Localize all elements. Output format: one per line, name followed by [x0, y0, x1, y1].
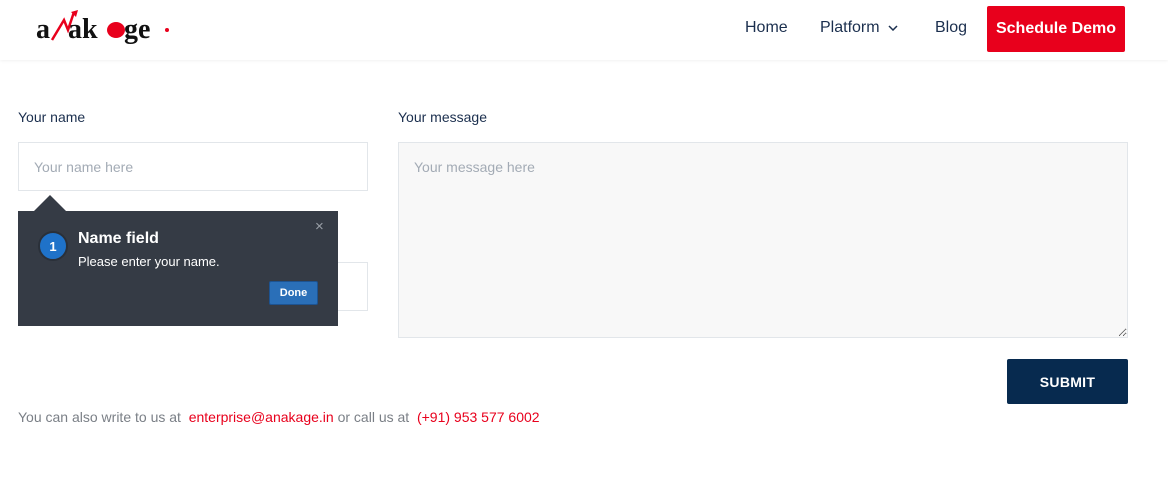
name-label: Your name: [18, 109, 86, 125]
tour-tooltip: 1 Name field Please enter your name. × D…: [18, 195, 338, 326]
svg-text:a: a: [36, 14, 50, 45]
svg-text:ge: ge: [124, 14, 150, 45]
name-input[interactable]: [18, 142, 368, 191]
site-header: a ak ge Home Platform Blog Schedule Demo: [0, 0, 1168, 60]
tooltip-arrow: [34, 195, 66, 211]
contact-middle: or call us at: [337, 409, 410, 425]
tour-text: Please enter your name.: [78, 254, 220, 269]
message-label: Your message: [398, 109, 487, 125]
tour-done-button[interactable]: Done: [269, 281, 318, 305]
tour-step-badge: 1: [38, 231, 68, 261]
chevron-down-icon: [888, 25, 898, 31]
svg-text:ak: ak: [68, 14, 98, 45]
contact-phone-link[interactable]: (+91) 953 577 6002: [417, 409, 540, 425]
contact-email-link[interactable]: enterprise@anakage.in: [189, 409, 334, 425]
tour-title: Name field: [78, 230, 159, 247]
nav-platform[interactable]: Platform: [820, 19, 898, 37]
anakage-logo[interactable]: a ak ge: [34, 6, 174, 54]
message-textarea[interactable]: [398, 142, 1128, 338]
schedule-demo-button[interactable]: Schedule Demo: [987, 6, 1125, 52]
nav-platform-label: Platform: [820, 19, 880, 36]
contact-prefix: You can also write to us at: [18, 409, 181, 425]
submit-button[interactable]: SUBMIT: [1007, 359, 1128, 404]
nav-blog[interactable]: Blog: [935, 19, 967, 37]
close-icon[interactable]: ×: [315, 218, 324, 235]
contact-line: You can also write to us at enterprise@a…: [18, 409, 540, 425]
nav-home[interactable]: Home: [745, 19, 788, 37]
